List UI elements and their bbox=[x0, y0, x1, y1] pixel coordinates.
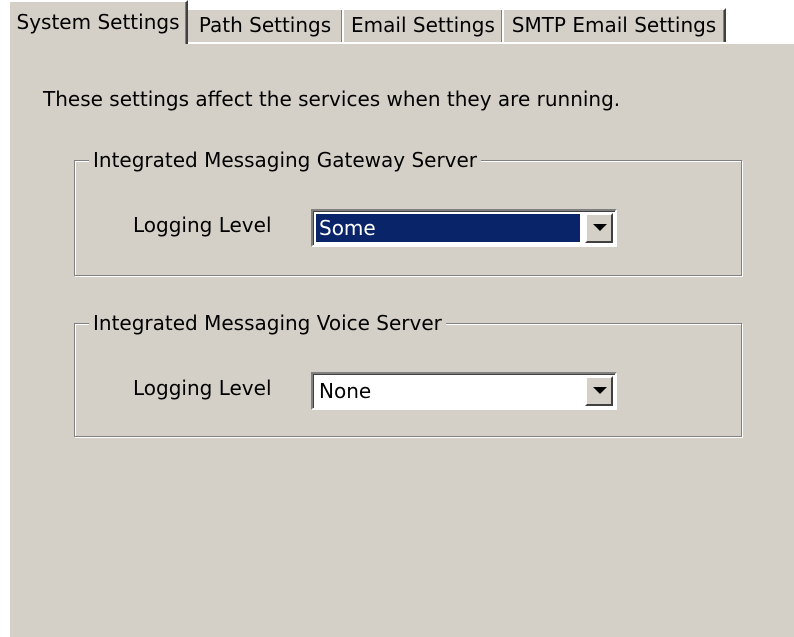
voice-logging-level-select[interactable]: None bbox=[311, 372, 617, 410]
gateway-logging-level-value: Some bbox=[316, 214, 580, 242]
gateway-logging-level-dropdown-button[interactable] bbox=[585, 213, 613, 243]
system-settings-panel: These settings affect the services when … bbox=[8, 42, 794, 637]
tab-path-settings[interactable]: Path Settings bbox=[186, 8, 344, 44]
tab-system-settings[interactable]: System Settings bbox=[8, 0, 188, 44]
gateway-logging-level-select[interactable]: Some bbox=[311, 209, 617, 247]
voice-logging-level-label: Logging Level bbox=[133, 376, 272, 400]
intro-text: These settings affect the services when … bbox=[43, 87, 621, 111]
settings-dialog: System Settings Path Settings Email Sett… bbox=[0, 0, 794, 637]
gateway-server-group-title: Integrated Messaging Gateway Server bbox=[89, 146, 482, 174]
voice-server-group: Integrated Messaging Voice Server Loggin… bbox=[74, 309, 742, 437]
voice-server-group-title: Integrated Messaging Voice Server bbox=[89, 309, 446, 337]
gateway-logging-level-label: Logging Level bbox=[133, 213, 272, 237]
tab-email-settings[interactable]: Email Settings bbox=[342, 8, 504, 44]
voice-logging-level-dropdown-button[interactable] bbox=[585, 376, 613, 406]
tab-strip: System Settings Path Settings Email Sett… bbox=[8, 0, 794, 44]
tab-smtp-email-settings[interactable]: SMTP Email Settings bbox=[502, 8, 726, 44]
gateway-server-group: Integrated Messaging Gateway Server Logg… bbox=[74, 146, 742, 276]
chevron-down-icon bbox=[593, 387, 607, 394]
voice-logging-level-value: None bbox=[319, 379, 372, 403]
chevron-down-icon bbox=[593, 224, 607, 231]
